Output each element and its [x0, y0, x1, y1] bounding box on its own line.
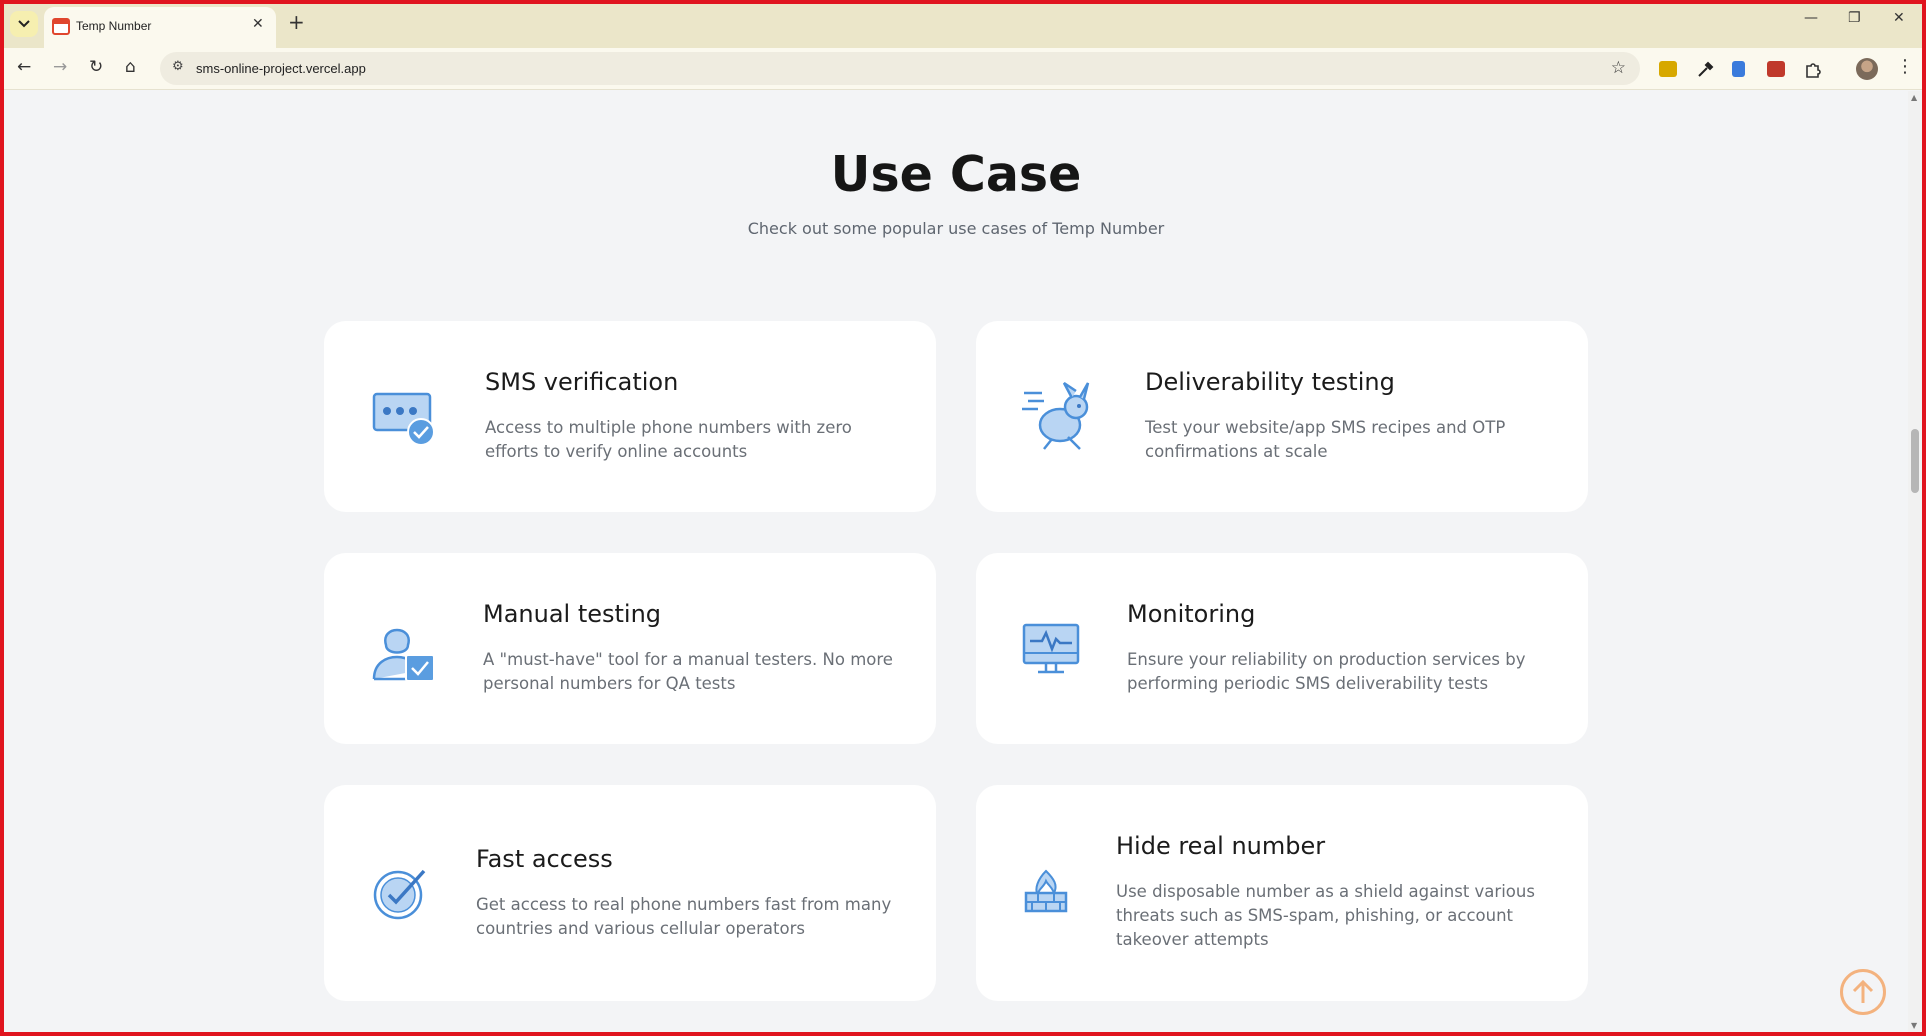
puzzle-extensions-icon[interactable]	[1804, 61, 1822, 78]
home-icon[interactable]: ⌂	[125, 57, 136, 77]
url-text[interactable]: sms-online-project.vercel.app	[196, 61, 366, 76]
section-title: Use Case	[830, 146, 1082, 203]
card-title: Manual testing	[483, 600, 662, 628]
use-case-card: SMS verification Access to multiple phon…	[324, 321, 936, 512]
tab-close-icon[interactable]: ✕	[252, 16, 264, 32]
chevron-down-icon	[18, 20, 30, 28]
card-title: SMS verification	[485, 368, 679, 396]
use-case-card: Manual testing A "must-have" tool for a …	[324, 553, 936, 744]
arrow-up-circle-icon	[1852, 979, 1874, 1003]
card-description: Access to multiple phone numbers with ze…	[485, 418, 852, 461]
new-tab-button[interactable]: +	[288, 10, 305, 34]
card-description: Test your website/app SMS recipes and OT…	[1145, 418, 1506, 461]
scroll-to-top-button[interactable]	[1840, 969, 1886, 1015]
scroll-up-icon[interactable]: ▲	[1911, 93, 1917, 102]
eyedropper-extension-icon[interactable]	[1696, 61, 1714, 77]
use-case-card: Hide real number Use disposable number a…	[976, 785, 1588, 1001]
browser-tab[interactable]: Temp Number ✕	[44, 7, 276, 48]
bookmark-star-icon[interactable]: ☆	[1611, 58, 1626, 78]
rabbit-icon	[1022, 381, 1090, 450]
sms-chat-check-icon	[372, 392, 435, 446]
use-case-card: Fast access Get access to real phone num…	[324, 785, 936, 1001]
reload-icon[interactable]: ↻	[89, 57, 103, 77]
card-title: Fast access	[476, 845, 613, 873]
page-content: Use Case Check out some popular use case…	[4, 91, 1908, 1032]
firewall-icon	[1024, 869, 1068, 913]
tester-person-icon	[372, 628, 435, 682]
use-case-card: Monitoring Ensure your reliability on pr…	[976, 553, 1588, 744]
tab-search-button[interactable]	[10, 11, 38, 37]
card-description: Get access to real phone numbers fast fr…	[476, 895, 892, 938]
more-vert-icon[interactable]: ⋮	[1896, 56, 1914, 77]
tab-strip: Temp Number ✕ + — ❐ ✕	[0, 0, 1926, 48]
use-case-card: Deliverability testing Test your website…	[976, 321, 1588, 512]
card-description: A "must-have" tool for a manual testers.…	[483, 650, 893, 693]
check-circle-icon	[373, 869, 426, 920]
monitor-pulse-icon	[1022, 623, 1080, 674]
back-arrow-icon[interactable]: ←	[17, 57, 31, 77]
minimize-icon[interactable]: —	[1804, 10, 1818, 26]
scrollbar-thumb[interactable]	[1911, 429, 1919, 493]
extension-icon[interactable]	[1659, 61, 1677, 77]
restore-icon[interactable]: ❐	[1848, 10, 1861, 26]
address-bar[interactable]: ⚙ sms-online-project.vercel.app ☆	[160, 52, 1640, 85]
close-window-icon[interactable]: ✕	[1893, 10, 1905, 26]
page-scrollbar[interactable]: ▲ ▼	[1908, 91, 1922, 1032]
forward-arrow-icon[interactable]: →	[53, 57, 67, 77]
card-title: Hide real number	[1116, 832, 1326, 860]
tab-favicon-icon	[52, 18, 70, 35]
card-description: Use disposable number as a shield agains…	[1116, 882, 1535, 949]
tab-title: Temp Number	[76, 19, 152, 33]
card-description: Ensure your reliability on production se…	[1127, 650, 1526, 693]
extension-icon[interactable]	[1767, 61, 1785, 77]
profile-avatar[interactable]	[1856, 58, 1878, 80]
card-title: Monitoring	[1127, 600, 1256, 628]
section-subtitle: Check out some popular use cases of Temp…	[747, 219, 1165, 238]
extension-icon[interactable]	[1732, 61, 1745, 77]
scroll-down-icon[interactable]: ▼	[1911, 1021, 1917, 1030]
site-info-icon[interactable]: ⚙	[172, 59, 184, 74]
browser-toolbar: ← → ↻ ⌂ ⚙ sms-online-project.vercel.app …	[0, 48, 1926, 90]
card-title: Deliverability testing	[1145, 368, 1395, 396]
